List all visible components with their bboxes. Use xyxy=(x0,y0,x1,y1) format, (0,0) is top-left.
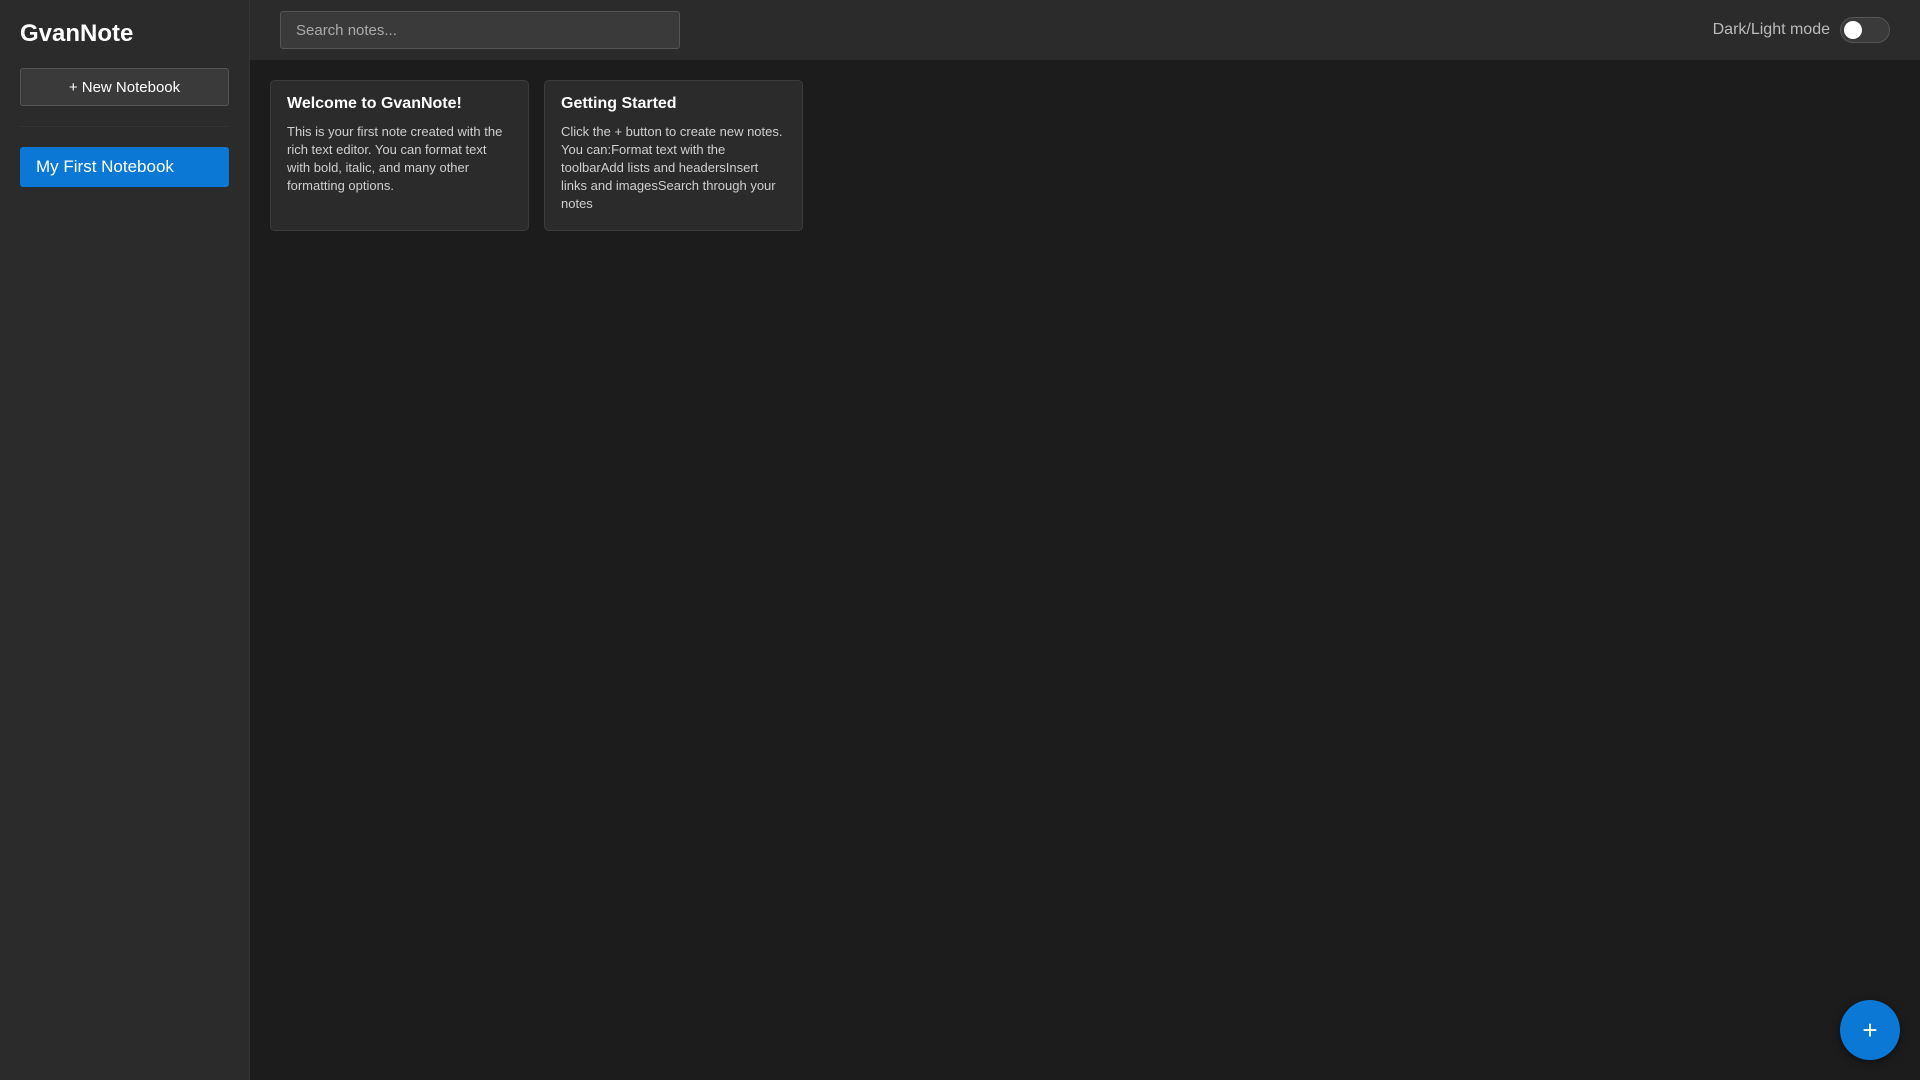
add-note-button[interactable]: + xyxy=(1840,1000,1900,1060)
note-card[interactable]: Getting Started Click the + button to cr… xyxy=(544,80,803,231)
sidebar-divider xyxy=(20,126,229,127)
theme-toggle-switch[interactable] xyxy=(1840,17,1890,43)
main-area: Dark/Light mode Welcome to GvanNote! Thi… xyxy=(250,0,1920,1080)
search-input[interactable] xyxy=(280,11,680,49)
note-title: Getting Started xyxy=(561,95,677,112)
theme-toggle-label: Dark/Light mode xyxy=(1712,21,1830,38)
notebook-label: My First Notebook xyxy=(36,157,174,176)
app-root: GvanNote + New Notebook My First Noteboo… xyxy=(0,0,1920,1080)
new-notebook-button[interactable]: + New Notebook xyxy=(20,68,229,106)
app-title: GvanNote xyxy=(20,20,134,47)
top-bar: Dark/Light mode xyxy=(250,0,1920,60)
sidebar: GvanNote + New Notebook My First Noteboo… xyxy=(0,0,250,1080)
theme-toggle-group: Dark/Light mode xyxy=(1713,17,1890,43)
toggle-knob xyxy=(1844,21,1862,39)
note-card[interactable]: Welcome to GvanNote! This is your first … xyxy=(270,80,529,231)
note-title: Welcome to GvanNote! xyxy=(287,95,462,112)
notes-grid: Welcome to GvanNote! This is your first … xyxy=(250,60,1920,251)
sidebar-item-my-first-notebook[interactable]: My First Notebook xyxy=(20,147,229,187)
note-preview: This is your first note created with the… xyxy=(287,124,503,193)
note-preview: Click the + button to create new notes. … xyxy=(561,124,783,211)
